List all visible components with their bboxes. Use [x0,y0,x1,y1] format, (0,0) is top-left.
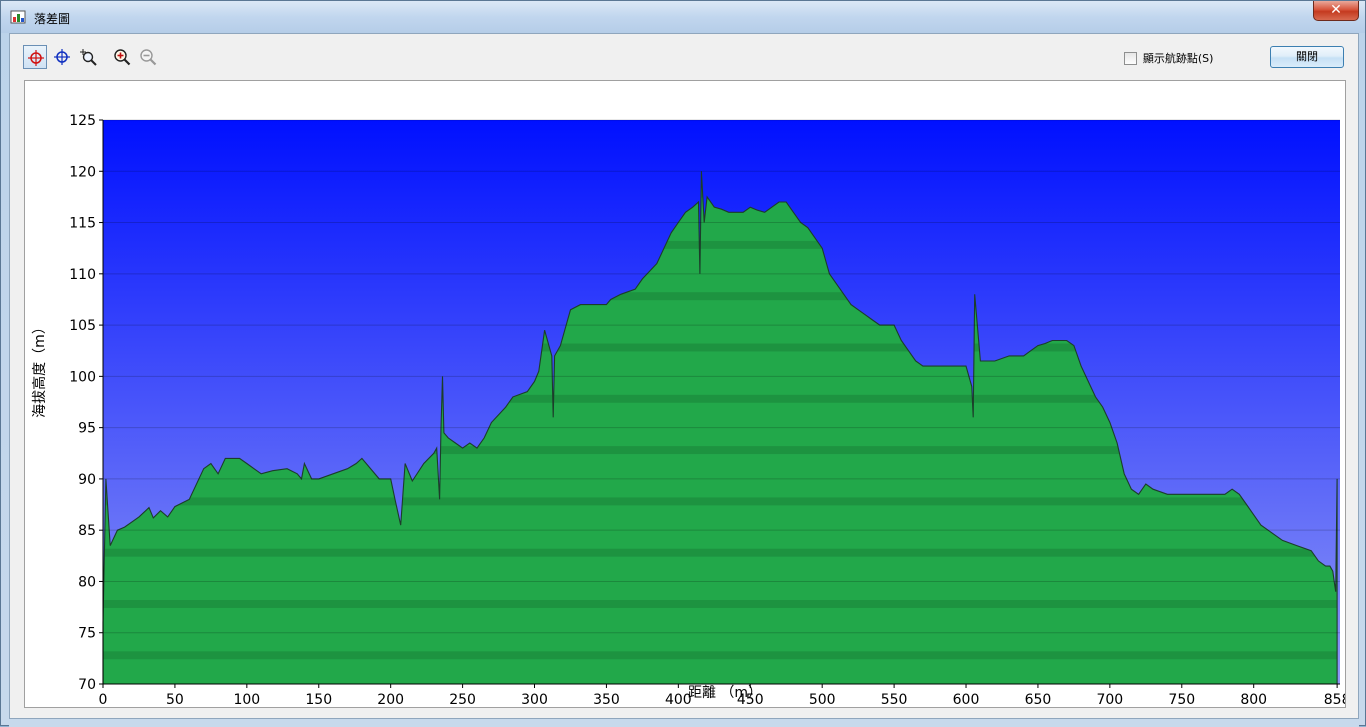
x-tick-label: 550 [881,692,908,707]
x-tick-label: 100 [233,692,260,707]
x-tick-label: 250 [449,692,476,707]
checkbox-box[interactable] [1124,51,1137,65]
zoom-in-tool-button[interactable] [110,45,134,69]
y-tick-label: 120 [69,164,96,180]
y-axis-label: 海拔高度（m） [31,320,48,418]
window-title: 落差圖 [34,12,71,26]
y-tick-label: 95 [78,421,96,437]
client-area: 顯示航跡點(S) 關閉 0 50 100 150 200 250 300 350 400 4 [9,33,1359,719]
x-tick-label: 300 [521,692,548,707]
zoom-out-icon [140,49,157,66]
y-tick-label: 90 [78,472,96,488]
y-tick-label: 105 [69,318,96,334]
show-waypoints-checkbox[interactable]: 顯示航跡點(S) [1124,50,1213,66]
crosshair-red-icon [28,50,44,66]
x-tick-label: 150 [305,692,332,707]
title-bar[interactable]: 落差圖 ✕ [1,1,1365,33]
close-button[interactable]: 關閉 [1270,46,1344,68]
x-tick-label: 600 [953,692,980,707]
y-tick-label: 75 [78,626,96,642]
y-tick-label: 100 [69,369,96,385]
crosshair-red-tool-button[interactable] [23,45,47,69]
x-tick-label: 858 [1324,692,1345,707]
y-tick-label: 85 [78,523,96,539]
zoom-region-tool-button[interactable] [76,45,100,69]
elevation-chart-panel: 0 50 100 150 200 250 300 350 400 450 500 550 600 650 7… [24,80,1346,708]
x-axis-label: 距離 （m） [688,684,762,701]
y-tick-label: 115 [69,216,96,232]
x-tick-label: 50 [166,692,184,707]
elevation-chart[interactable]: 0 50 100 150 200 250 300 350 400 450 500 550 600 650 7… [25,81,1345,707]
crosshair-blue-icon [54,49,70,65]
crosshair-blue-tool-button[interactable] [50,45,74,69]
x-tick-label: 350 [593,692,620,707]
y-tick-label: 110 [69,267,96,283]
y-tick-label: 125 [69,113,96,129]
y-axis-ticks: 70 75 80 85 90 95 100 105 110 115 120 125 [69,113,103,693]
x-tick-label: 700 [1096,692,1123,707]
zoom-out-tool-button[interactable] [136,45,160,69]
zoom-region-icon [80,49,97,66]
app-chart-icon [10,10,26,24]
plot-layer [102,119,1340,685]
x-tick-label: 200 [377,692,404,707]
window-close-button[interactable]: ✕ [1313,1,1359,21]
x-tick-label: 800 [1240,692,1267,707]
x-tick-label: 0 [99,692,108,707]
y-tick-label: 80 [78,574,96,590]
zoom-in-icon [114,49,131,66]
y-tick-label: 70 [78,677,96,693]
x-tick-label: 650 [1025,692,1052,707]
show-waypoints-label: 顯示航跡點(S) [1142,52,1214,65]
profile-window: 落差圖 ✕ 顯示航跡點(S) 關閉 0 50 100 150 200 250 3… [0,0,1366,727]
x-tick-label: 500 [809,692,836,707]
x-tick-label: 750 [1168,692,1195,707]
